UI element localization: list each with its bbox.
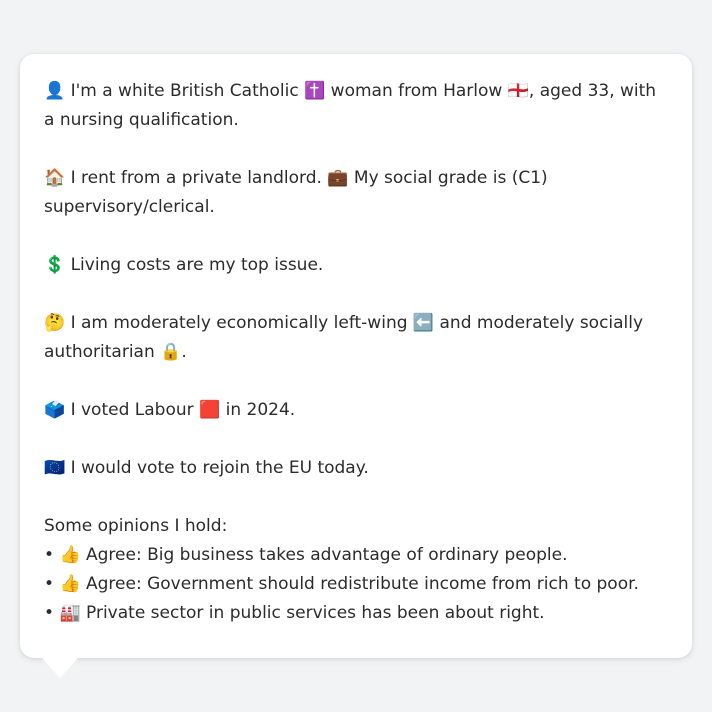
- opinion-text: Agree: Big business takes advantage of o…: [80, 545, 568, 565]
- thumbs-up-icon: 👍: [59, 574, 81, 594]
- dollar-sign-icon: 💲: [44, 255, 66, 275]
- paragraph-text: .: [181, 342, 187, 362]
- lock-icon: 🔒: [160, 342, 182, 362]
- paragraph-text: I rent from a private landlord.: [65, 168, 328, 188]
- paragraph-text: I voted Labour: [65, 400, 200, 420]
- left-arrow-icon: ⬅️: [412, 313, 435, 333]
- thumbs-up-icon: 👍: [59, 545, 81, 565]
- opinion-item: • 👍 Agree: Big business takes advantage …: [44, 541, 668, 570]
- opinion-item: • 🏭 Private sector in public services ha…: [44, 599, 668, 628]
- message-paragraph: 💲 Living costs are my top issue.: [44, 251, 668, 280]
- paragraph-text: I would vote to rejoin the EU today.: [65, 458, 369, 478]
- paragraph-text: woman from Harlow: [325, 81, 508, 101]
- ballot-box-icon: 🗳️: [44, 400, 66, 420]
- message-paragraph: 🇪🇺 I would vote to rejoin the EU today.: [44, 454, 668, 483]
- opinion-text: Private sector in public services has be…: [80, 603, 545, 623]
- opinions-list: • 👍 Agree: Big business takes advantage …: [44, 541, 668, 628]
- latin-cross-icon: ✝️: [304, 81, 326, 101]
- person-icon: 👤: [44, 81, 66, 101]
- message-paragraph: 🗳️ I voted Labour 🟥 in 2024.: [44, 396, 668, 425]
- message-paragraph: 👤 I'm a white British Catholic ✝️ woman …: [44, 77, 668, 135]
- message-body: 👤 I'm a white British Catholic ✝️ woman …: [44, 77, 668, 483]
- opinions-heading: Some opinions I hold:: [44, 516, 228, 536]
- eu-flag-icon: 🇪🇺: [44, 458, 66, 478]
- bubble-tail: [42, 658, 78, 678]
- message-paragraph: 🏠 I rent from a private landlord. 💼 My s…: [44, 164, 668, 222]
- message-bubble: 👤 I'm a white British Catholic ✝️ woman …: [20, 54, 692, 658]
- thinking-face-icon: 🤔: [44, 313, 66, 333]
- paragraph-text: I'm a white British Catholic: [65, 81, 305, 101]
- opinion-item: • 👍 Agree: Government should redistribut…: [44, 570, 668, 599]
- message-paragraph: 🤔 I am moderately economically left-wing…: [44, 309, 668, 367]
- bullet: •: [44, 574, 55, 594]
- house-icon: 🏠: [44, 168, 66, 188]
- england-flag-icon: 🏴󠁧󠁢󠁥󠁮󠁧󠁿: [507, 81, 529, 101]
- briefcase-icon: 💼: [327, 168, 349, 188]
- paragraph-text: I am moderately economically left-wing: [65, 313, 413, 333]
- red-square-icon: 🟥: [199, 400, 221, 420]
- factory-icon: 🏭: [59, 603, 81, 623]
- opinion-text: Agree: Government should redistribute in…: [80, 574, 639, 594]
- bullet: •: [44, 545, 55, 565]
- paragraph-text: in 2024.: [220, 400, 296, 420]
- paragraph-text: Living costs are my top issue.: [65, 255, 324, 275]
- bullet: •: [44, 603, 55, 623]
